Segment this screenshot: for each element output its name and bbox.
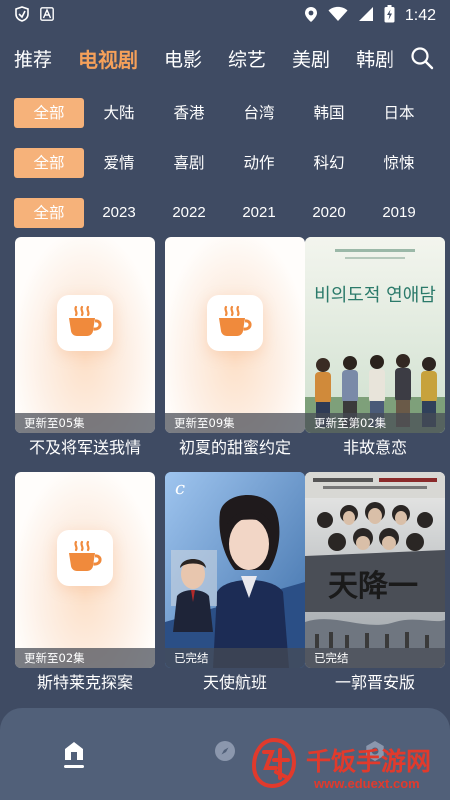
filter-row-genre: 全部 爱情 喜剧 动作 科幻 惊悚 <box>14 148 444 178</box>
filter-row-year: 全部 2023 2022 2021 2020 2019 <box>14 198 444 228</box>
poster-image: c 已完结 <box>165 472 305 668</box>
tab-movies[interactable]: 电影 <box>164 45 202 72</box>
filter-genre-scifi[interactable]: 科幻 <box>294 148 364 178</box>
status-left <box>14 6 54 26</box>
filter-year-2022[interactable]: 2022 <box>154 198 224 228</box>
poster-placeholder: 更新至05集 <box>15 237 155 433</box>
filter-genre-all[interactable]: 全部 <box>14 148 84 178</box>
status-right: 1:42 <box>304 5 436 27</box>
show-card[interactable]: c 已完结 天使航班 <box>165 472 305 698</box>
filter-region-japan[interactable]: 日本 <box>364 98 434 128</box>
show-title: 非故意恋 <box>342 438 407 457</box>
episode-badge: 已完结 <box>165 648 305 668</box>
poster-title-text: 비의도적 연애담 <box>314 285 436 306</box>
coffee-cup-icon <box>66 539 104 577</box>
filter-region-taiwan[interactable]: 台湾 <box>224 98 294 128</box>
episode-badge: 已完结 <box>305 648 445 668</box>
episode-badge: 更新至05集 <box>15 413 155 433</box>
show-card[interactable]: 비의도적 연애담 更新至第02集 非故意恋 <box>305 237 445 463</box>
show-title: 初夏的甜蜜约定 <box>178 438 291 457</box>
search-button[interactable] <box>406 44 438 76</box>
filter-genre-romance[interactable]: 爱情 <box>84 148 154 178</box>
nav-fade <box>388 38 406 78</box>
coffee-cup-icon <box>216 304 254 342</box>
filter-genre-thriller[interactable]: 惊悚 <box>364 148 434 178</box>
signal-icon <box>358 6 374 26</box>
filter-year-2019[interactable]: 2019 <box>364 198 434 228</box>
filter-region-all[interactable]: 全部 <box>14 98 84 128</box>
coffee-cup-icon <box>66 304 104 342</box>
tab-us-drama[interactable]: 美剧 <box>292 45 330 72</box>
location-icon <box>304 6 318 27</box>
vpn-shield-icon <box>14 6 30 26</box>
nav-discover[interactable] <box>212 738 238 764</box>
episode-badge: 更新至第02集 <box>305 413 445 433</box>
watermark-url: www.eduext.com <box>314 776 420 791</box>
show-card[interactable]: 更新至05集 不及将军送我情 <box>15 237 155 463</box>
poster-script-mark: c <box>175 478 185 499</box>
top-nav: 推荐 电视剧 电影 综艺 美剧 韩剧 <box>0 38 450 78</box>
discover-icon <box>212 741 238 768</box>
content-grid: 更新至05集 不及将军送我情 更新至09集 初夏的甜蜜约定 비의도적 연애담 更… <box>0 237 450 707</box>
filter-year-2020[interactable]: 2020 <box>294 198 364 228</box>
app-tile <box>57 530 113 586</box>
tab-tv-series[interactable]: 电视剧 <box>78 44 138 73</box>
battery-charging-icon <box>384 5 395 27</box>
poster-image: 비의도적 연애담 更新至第02集 <box>305 237 445 433</box>
show-title: 一郭晋安版 <box>334 673 415 692</box>
filter-region-mainland[interactable]: 大陆 <box>84 98 154 128</box>
app-tile <box>207 295 263 351</box>
filter-year-all[interactable]: 全部 <box>14 198 84 228</box>
episode-badge: 更新至09集 <box>165 413 305 433</box>
show-title: 天使航班 <box>202 673 267 692</box>
show-card[interactable]: 天降一 已完结 一郭晋安版 <box>305 472 445 698</box>
filter-year-2023[interactable]: 2023 <box>84 198 154 228</box>
watermark-title: 千饭手游网 <box>306 747 432 776</box>
search-icon <box>410 46 434 74</box>
poster-title-text: 天降一 <box>328 569 418 604</box>
filter-year-2021[interactable]: 2021 <box>224 198 294 228</box>
filter-region-korea[interactable]: 韩国 <box>294 98 364 128</box>
show-title: 斯特莱克探案 <box>36 673 133 692</box>
nav-home[interactable] <box>61 738 87 764</box>
tab-variety[interactable]: 综艺 <box>228 45 266 72</box>
font-a-icon <box>40 7 54 25</box>
show-card[interactable]: 更新至02集 斯特莱克探案 <box>15 472 155 698</box>
episode-badge: 更新至02集 <box>15 648 155 668</box>
filter-row-region: 全部 大陆 香港 台湾 韩国 日本 <box>14 98 444 128</box>
watermark-logo <box>251 737 297 789</box>
app-tile <box>57 295 113 351</box>
filter-region-hongkong[interactable]: 香港 <box>154 98 224 128</box>
status-time: 1:42 <box>404 7 436 24</box>
show-card[interactable]: 更新至09集 初夏的甜蜜约定 <box>165 237 305 463</box>
show-title: 不及将军送我情 <box>28 438 141 457</box>
home-active-indicator <box>64 765 84 768</box>
poster-placeholder: 更新至02集 <box>15 472 155 668</box>
wifi-icon <box>328 6 348 26</box>
poster-image: 天降一 已完结 <box>305 472 445 668</box>
watermark: 千饭手游网 www.eduext.com <box>248 736 448 800</box>
tab-recommend[interactable]: 推荐 <box>14 45 52 72</box>
filter-genre-comedy[interactable]: 喜剧 <box>154 148 224 178</box>
status-bar: 1:42 <box>0 0 450 32</box>
poster-placeholder: 更新至09集 <box>165 237 305 433</box>
filter-genre-action[interactable]: 动作 <box>224 148 294 178</box>
